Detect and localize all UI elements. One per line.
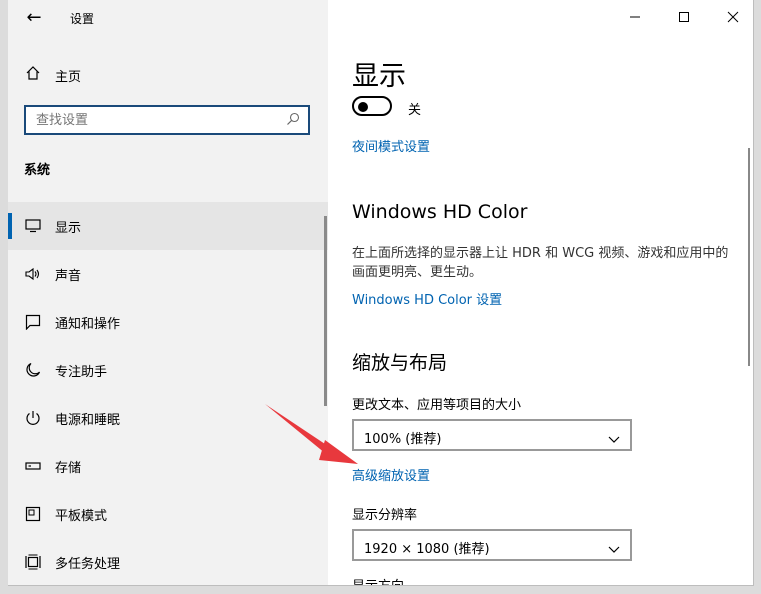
sidebar-item-display[interactable]: 显示 [8, 202, 328, 250]
arrow-left-icon: ← [26, 7, 42, 28]
minimize-button[interactable] [615, 4, 655, 30]
back-button[interactable]: ← [22, 7, 46, 29]
sidebar-item-home[interactable]: 主页 [24, 64, 81, 86]
sidebar-item-focus-assist[interactable]: 专注助手 [8, 346, 328, 394]
window-title: 设置 [70, 12, 95, 26]
hd-color-heading: Windows HD Color [352, 201, 528, 223]
toggle-state-label: 关 [408, 103, 422, 118]
maximize-icon [679, 12, 689, 22]
toggle-knob [358, 102, 368, 112]
sidebar-item-sound[interactable]: 声音 [8, 250, 328, 298]
search-icon [286, 111, 302, 127]
home-icon [24, 65, 42, 85]
advanced-scaling-link[interactable]: 高级缩放设置 [352, 465, 430, 484]
chevron-down-icon [608, 539, 620, 558]
search-box[interactable] [24, 105, 310, 135]
page-title: 显示 [352, 61, 406, 92]
close-button[interactable] [713, 4, 753, 30]
resolution-dropdown[interactable]: 1920 × 1080 (推荐) [352, 529, 632, 561]
monitor-icon [24, 217, 42, 235]
nav-list: 显示 声音 通知和操作 专注助手 电源和睡眠 存储 平板模式 多任务处理 [8, 202, 328, 585]
main-scrollbar[interactable] [748, 148, 750, 366]
resolution-value: 1920 × 1080 (推荐) [364, 542, 490, 557]
sidebar-item-label: 存储 [55, 460, 82, 476]
notification-icon [24, 313, 42, 331]
settings-window: ← 设置 主页 系统 显示 [8, 0, 754, 586]
sidebar-scrollbar[interactable] [324, 216, 327, 406]
home-label: 主页 [55, 69, 82, 85]
close-icon [727, 11, 739, 23]
sidebar-item-label: 通知和操作 [55, 316, 121, 332]
sidebar-item-label: 多任务处理 [55, 556, 121, 572]
search-input[interactable] [26, 107, 286, 133]
sidebar-item-multitasking[interactable]: 多任务处理 [8, 538, 328, 585]
chevron-down-icon [608, 429, 620, 448]
scale-label: 更改文本、应用等项目的大小 [352, 398, 522, 413]
minimize-icon [630, 16, 640, 18]
hd-color-description: 在上面所选择的显示器上让 HDR 和 WCG 视频、游戏和应用中的画面更明亮、更… [352, 246, 729, 280]
multitask-icon [24, 553, 42, 571]
scale-layout-heading: 缩放与布局 [352, 352, 448, 374]
sidebar-item-label: 电源和睡眠 [55, 412, 121, 428]
moon-icon [24, 361, 42, 379]
scale-value: 100% (推荐) [364, 432, 442, 447]
sidebar-item-label: 声音 [55, 268, 82, 284]
resolution-label: 显示分辨率 [352, 508, 418, 523]
scale-dropdown[interactable]: 100% (推荐) [352, 419, 632, 451]
annotation-arrow-icon [265, 404, 358, 464]
power-icon [24, 409, 42, 427]
storage-icon [24, 457, 42, 475]
section-label-system: 系统 [24, 163, 51, 178]
sidebar-item-label: 平板模式 [55, 508, 108, 524]
sidebar-item-label: 专注助手 [55, 364, 108, 380]
night-light-settings-link[interactable]: 夜间模式设置 [352, 136, 430, 155]
display-toggle[interactable] [352, 96, 392, 116]
hd-color-settings-link[interactable]: Windows HD Color 设置 [352, 289, 502, 308]
sidebar-item-notifications[interactable]: 通知和操作 [8, 298, 328, 346]
tablet-icon [24, 505, 42, 523]
orientation-label: 显示方向 [352, 575, 404, 585]
main-content: 显示 关 夜间模式设置 Windows HD Color 在上面所选择的显示器上… [328, 0, 753, 585]
sidebar: ← 设置 主页 系统 显示 [8, 0, 328, 585]
sidebar-item-label: 显示 [55, 220, 82, 236]
maximize-button[interactable] [664, 4, 704, 30]
speaker-icon [24, 265, 42, 283]
sidebar-item-tablet-mode[interactable]: 平板模式 [8, 490, 328, 538]
